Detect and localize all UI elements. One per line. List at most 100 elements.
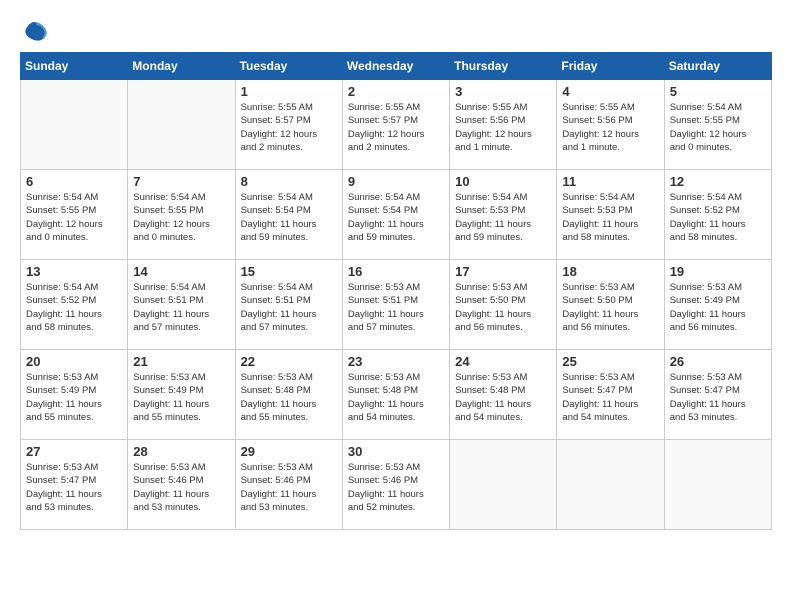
calendar-cell: 28Sunrise: 5:53 AM Sunset: 5:46 PM Dayli… (128, 440, 235, 530)
day-number: 9 (348, 174, 444, 189)
day-number: 30 (348, 444, 444, 459)
calendar-cell: 25 Sunrise: 5:53 AM Sunset: 5:47 PM Dayli… (557, 350, 664, 440)
calendar-cell: 1 Sunrise: 5:55 AM Sunset: 5:57 PM Daylig… (235, 80, 342, 170)
day-header-monday: Monday (128, 53, 235, 80)
calendar-cell: 9 Sunrise: 5:54 AM Sunset: 5:54 PM Daylig… (342, 170, 449, 260)
cell-info: Sunrise: 5:53 AM Sunset: 5:49 PM Dayligh… (133, 371, 229, 424)
cell-info: Sunrise: 5:54 AM Sunset: 5:55 PM Dayligh… (26, 191, 122, 244)
day-number: 1 (241, 84, 337, 99)
cell-info: Sunrise: 5:54 AM Sunset: 5:55 PM Dayligh… (670, 101, 766, 154)
day-number: 5 (670, 84, 766, 99)
cell-info: Sunrise: 5:54 AM Sunset: 5:55 PM Dayligh… (133, 191, 229, 244)
cell-info: Sunrise: 5:54 AM Sunset: 5:52 PM Dayligh… (26, 281, 122, 334)
calendar-week-row: 20 Sunrise: 5:53 AM Sunset: 5:49 PM Dayli… (21, 350, 772, 440)
calendar-cell: 22 Sunrise: 5:53 AM Sunset: 5:48 PM Dayli… (235, 350, 342, 440)
cell-info: Sunrise: 5:55 AM Sunset: 5:57 PM Dayligh… (348, 101, 444, 154)
day-number: 4 (562, 84, 658, 99)
cell-info: Sunrise: 5:53 AM Sunset: 5:49 PM Dayligh… (670, 281, 766, 334)
cell-info: Sunrise: 5:53 AM Sunset: 5:46 PM Dayligh… (348, 461, 444, 514)
calendar-week-row: 13 Sunrise: 5:54 AM Sunset: 5:52 PM Dayli… (21, 260, 772, 350)
calendar-cell: 27 Sunrise: 5:53 AM Sunset: 5:47 PM Dayli… (21, 440, 128, 530)
calendar-week-row: 1 Sunrise: 5:55 AM Sunset: 5:57 PM Daylig… (21, 80, 772, 170)
cell-info: Sunrise: 5:53 AM Sunset: 5:50 PM Dayligh… (562, 281, 658, 334)
day-number: 29 (241, 444, 337, 459)
cell-info: Sunrise: 5:54 AM Sunset: 5:53 PM Dayligh… (455, 191, 551, 244)
day-number: 16 (348, 264, 444, 279)
calendar-cell: 15Sunrise: 5:54 AM Sunset: 5:51 PM Dayli… (235, 260, 342, 350)
day-number: 2 (348, 84, 444, 99)
cell-info: Sunrise: 5:55 AM Sunset: 5:56 PM Dayligh… (455, 101, 551, 154)
cell-info: Sunrise: 5:54 AM Sunset: 5:52 PM Dayligh… (670, 191, 766, 244)
day-number: 26 (670, 354, 766, 369)
calendar-cell: 20Sunrise: 5:53 AM Sunset: 5:49 PM Dayli… (21, 350, 128, 440)
calendar-cell: 11 Sunrise: 5:54 AM Sunset: 5:53 PM Dayli… (557, 170, 664, 260)
calendar-cell (450, 440, 557, 530)
calendar-cell (557, 440, 664, 530)
day-number: 15 (241, 264, 337, 279)
cell-info: Sunrise: 5:53 AM Sunset: 5:46 PM Dayligh… (241, 461, 337, 514)
day-number: 23 (348, 354, 444, 369)
day-number: 14 (133, 264, 229, 279)
calendar-header-row: SundayMondayTuesdayWednesdayThursdayFrid… (21, 53, 772, 80)
calendar-cell: 26 Sunrise: 5:53 AM Sunset: 5:47 PM Dayli… (664, 350, 771, 440)
day-header-wednesday: Wednesday (342, 53, 449, 80)
cell-info: Sunrise: 5:53 AM Sunset: 5:50 PM Dayligh… (455, 281, 551, 334)
day-number: 21 (133, 354, 229, 369)
calendar-cell: 7Sunrise: 5:54 AM Sunset: 5:55 PM Daylig… (128, 170, 235, 260)
day-header-thursday: Thursday (450, 53, 557, 80)
cell-info: Sunrise: 5:54 AM Sunset: 5:54 PM Dayligh… (241, 191, 337, 244)
day-number: 12 (670, 174, 766, 189)
day-number: 10 (455, 174, 551, 189)
calendar-cell: 17 Sunrise: 5:53 AM Sunset: 5:50 PM Dayli… (450, 260, 557, 350)
calendar-cell: 2 Sunrise: 5:55 AM Sunset: 5:57 PM Daylig… (342, 80, 449, 170)
calendar-cell: 16 Sunrise: 5:53 AM Sunset: 5:51 PM Dayli… (342, 260, 449, 350)
cell-info: Sunrise: 5:54 AM Sunset: 5:54 PM Dayligh… (348, 191, 444, 244)
cell-info: Sunrise: 5:55 AM Sunset: 5:56 PM Dayligh… (562, 101, 658, 154)
day-number: 11 (562, 174, 658, 189)
cell-info: Sunrise: 5:53 AM Sunset: 5:47 PM Dayligh… (670, 371, 766, 424)
day-header-friday: Friday (557, 53, 664, 80)
day-number: 18 (562, 264, 658, 279)
calendar-cell: 21 Sunrise: 5:53 AM Sunset: 5:49 PM Dayli… (128, 350, 235, 440)
day-number: 27 (26, 444, 122, 459)
cell-info: Sunrise: 5:53 AM Sunset: 5:47 PM Dayligh… (562, 371, 658, 424)
cell-info: Sunrise: 5:54 AM Sunset: 5:53 PM Dayligh… (562, 191, 658, 244)
day-header-sunday: Sunday (21, 53, 128, 80)
cell-info: Sunrise: 5:53 AM Sunset: 5:47 PM Dayligh… (26, 461, 122, 514)
logo (20, 20, 52, 42)
cell-info: Sunrise: 5:55 AM Sunset: 5:57 PM Dayligh… (241, 101, 337, 154)
day-number: 25 (562, 354, 658, 369)
calendar-cell: 5 Sunrise: 5:54 AM Sunset: 5:55 PM Daylig… (664, 80, 771, 170)
calendar-cell: 10 Sunrise: 5:54 AM Sunset: 5:53 PM Dayli… (450, 170, 557, 260)
calendar-cell: 29 Sunrise: 5:53 AM Sunset: 5:46 PM Dayli… (235, 440, 342, 530)
day-number: 19 (670, 264, 766, 279)
calendar-week-row: 6 Sunrise: 5:54 AM Sunset: 5:55 PM Daylig… (21, 170, 772, 260)
calendar-cell: 30 Sunrise: 5:53 AM Sunset: 5:46 PM Dayli… (342, 440, 449, 530)
day-number: 24 (455, 354, 551, 369)
cell-info: Sunrise: 5:53 AM Sunset: 5:48 PM Dayligh… (241, 371, 337, 424)
day-number: 22 (241, 354, 337, 369)
day-number: 17 (455, 264, 551, 279)
calendar-table: SundayMondayTuesdayWednesdayThursdayFrid… (20, 52, 772, 530)
day-header-tuesday: Tuesday (235, 53, 342, 80)
calendar-cell: 12 Sunrise: 5:54 AM Sunset: 5:52 PM Dayli… (664, 170, 771, 260)
cell-info: Sunrise: 5:53 AM Sunset: 5:48 PM Dayligh… (348, 371, 444, 424)
calendar-cell: 3 Sunrise: 5:55 AM Sunset: 5:56 PM Daylig… (450, 80, 557, 170)
logo-icon (20, 20, 48, 42)
calendar-week-row: 27 Sunrise: 5:53 AM Sunset: 5:47 PM Dayli… (21, 440, 772, 530)
calendar-cell (21, 80, 128, 170)
day-number: 20 (26, 354, 122, 369)
day-number: 13 (26, 264, 122, 279)
calendar-cell: 14Sunrise: 5:54 AM Sunset: 5:51 PM Dayli… (128, 260, 235, 350)
cell-info: Sunrise: 5:53 AM Sunset: 5:51 PM Dayligh… (348, 281, 444, 334)
calendar-cell: 23 Sunrise: 5:53 AM Sunset: 5:48 PM Dayli… (342, 350, 449, 440)
day-number: 8 (241, 174, 337, 189)
calendar-cell: 18 Sunrise: 5:53 AM Sunset: 5:50 PM Dayli… (557, 260, 664, 350)
calendar-cell: 4 Sunrise: 5:55 AM Sunset: 5:56 PM Daylig… (557, 80, 664, 170)
day-header-saturday: Saturday (664, 53, 771, 80)
day-number: 6 (26, 174, 122, 189)
calendar-cell: 13 Sunrise: 5:54 AM Sunset: 5:52 PM Dayli… (21, 260, 128, 350)
calendar-cell: 19 Sunrise: 5:53 AM Sunset: 5:49 PM Dayli… (664, 260, 771, 350)
day-number: 3 (455, 84, 551, 99)
calendar-cell: 8 Sunrise: 5:54 AM Sunset: 5:54 PM Daylig… (235, 170, 342, 260)
